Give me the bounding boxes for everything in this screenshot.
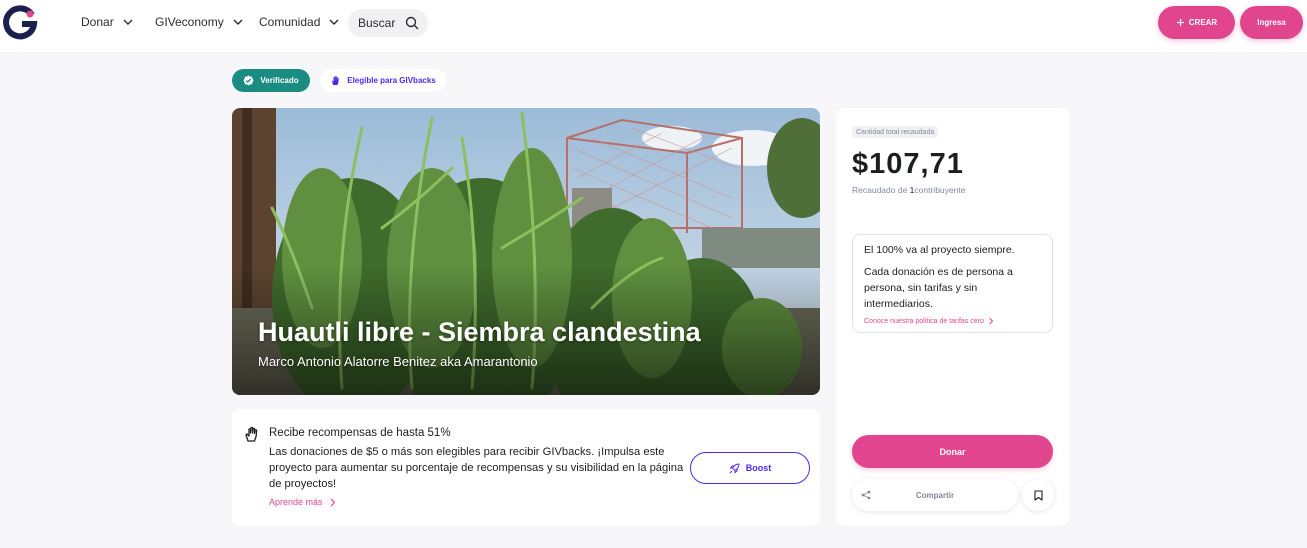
plus-icon bbox=[1176, 19, 1184, 26]
share-label: Compartir bbox=[915, 490, 955, 500]
zero-fee-title: El 100% va al proyecto siempre. bbox=[864, 244, 1015, 256]
project-author[interactable]: Marco Antonio Alatorre Benitez aka Amara… bbox=[258, 354, 538, 369]
raised-suffix: contribuyente bbox=[914, 185, 966, 195]
project-photo bbox=[232, 108, 820, 395]
signin-button[interactable]: Ingresa bbox=[1240, 6, 1303, 39]
chevron-right-icon bbox=[330, 498, 335, 506]
rewards-title: Recibe recompensas de hasta 51% bbox=[269, 427, 451, 439]
rewards-card: Recibe recompensas de hasta 51% Las dona… bbox=[232, 409, 820, 526]
learn-more-label: Aprende más bbox=[269, 497, 323, 507]
nav-donar[interactable]: Donar bbox=[81, 12, 134, 32]
zero-fee-description: Cada donación es de persona a persona, s… bbox=[864, 266, 1013, 310]
zero-fee-info-box: El 100% va al proyecto siempre. Cada don… bbox=[852, 234, 1053, 333]
boost-button[interactable]: Boost bbox=[690, 452, 810, 484]
boost-label: Boost bbox=[745, 463, 772, 473]
create-project-button[interactable]: CREAR bbox=[1158, 6, 1235, 39]
contributors-summary: Recaudado de 1contribuyente bbox=[852, 185, 965, 195]
nav-donar-label: Donar bbox=[81, 15, 114, 29]
hand-icon bbox=[245, 426, 258, 442]
top-navbar: Donar GIVeconomy Comunidad Buscar CREAR … bbox=[0, 0, 1307, 52]
total-raised-label: Cantidad total recaudada bbox=[852, 126, 939, 138]
donation-panel: Cantidad total recaudada $107,71 Recauda… bbox=[836, 108, 1069, 526]
givbacks-label: Elegible para GIVbacks bbox=[347, 76, 436, 85]
nav-giveconomy[interactable]: GIVeconomy bbox=[155, 12, 244, 32]
nav-giveconomy-label: GIVeconomy bbox=[155, 15, 224, 29]
zero-fee-policy-label: Conoce nuestra política de tarifas cero bbox=[864, 317, 984, 325]
bookmark-icon bbox=[1033, 489, 1043, 501]
search-label: Buscar bbox=[358, 16, 396, 30]
signin-label: Ingresa bbox=[1257, 18, 1286, 27]
total-raised-amount: $107,71 bbox=[852, 148, 964, 180]
donate-label: Donar bbox=[939, 446, 966, 457]
giveth-logo-icon[interactable] bbox=[2, 4, 38, 40]
verified-check-icon bbox=[243, 75, 254, 86]
learn-more-link[interactable]: Aprende más bbox=[269, 497, 336, 507]
nav-comunidad-label: Comunidad bbox=[259, 15, 321, 29]
share-icon bbox=[861, 490, 871, 500]
chevron-down-icon bbox=[233, 19, 243, 25]
raised-prefix: Recaudado de bbox=[852, 185, 908, 195]
project-title: Huautli libre - Siembra clandestina bbox=[258, 317, 701, 347]
rewards-description: Las donaciones de $5 o más son elegibles… bbox=[269, 446, 684, 490]
hand-icon bbox=[332, 76, 339, 85]
share-button[interactable]: Compartir bbox=[852, 479, 1018, 511]
chevron-right-icon bbox=[989, 317, 994, 325]
givbacks-badge: Elegible para GIVbacks bbox=[320, 69, 446, 92]
search-icon bbox=[406, 16, 419, 30]
donate-button[interactable]: Donar bbox=[852, 435, 1053, 468]
nav-comunidad[interactable]: Comunidad bbox=[259, 12, 340, 32]
chevron-down-icon bbox=[123, 19, 133, 25]
project-hero-image: Huautli libre - Siembra clandestina Marc… bbox=[232, 108, 820, 395]
create-label: CREAR bbox=[1188, 18, 1218, 27]
verified-badge: Verificado bbox=[232, 69, 310, 92]
verified-label: Verificado bbox=[260, 76, 299, 85]
bookmark-button[interactable] bbox=[1022, 479, 1054, 511]
chevron-down-icon bbox=[329, 19, 339, 25]
rocket-icon bbox=[729, 462, 740, 473]
zero-fee-policy-link[interactable]: Conoce nuestra política de tarifas cero bbox=[864, 317, 994, 325]
search-button[interactable]: Buscar bbox=[348, 9, 428, 37]
